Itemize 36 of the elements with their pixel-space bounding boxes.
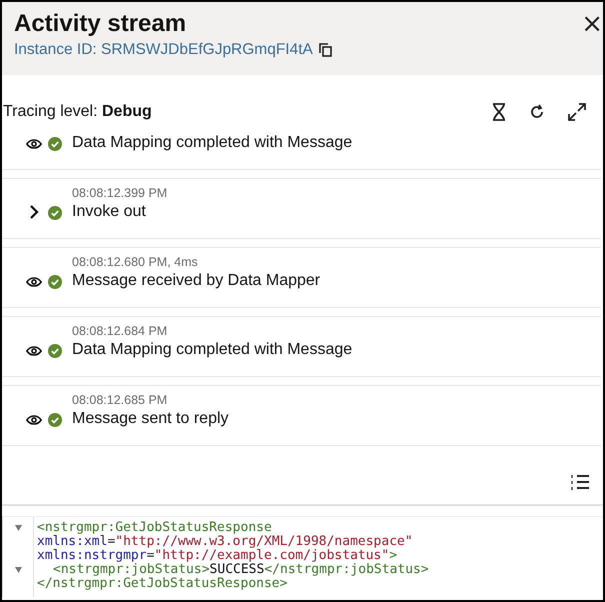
- hourglass-icon[interactable]: [491, 103, 507, 121]
- panel-title: Activity stream: [14, 10, 188, 38]
- code-line: <nstrgmpr:GetJobStatusResponse: [37, 521, 273, 535]
- instance-id: Instance ID: SRMSWJDbEfGJpRGmqFI4tA: [14, 41, 313, 59]
- close-button[interactable]: ×: [581, 12, 603, 36]
- activity-message: Message received by Data Mapper: [72, 271, 320, 291]
- eye-icon[interactable]: [26, 345, 42, 357]
- code-line: </nstrgmpr:GetJobStatusResponse>: [37, 577, 288, 591]
- timestamp: 08:08:12.399 PM: [72, 185, 168, 201]
- tracing-level-label: Tracing level:: [3, 103, 99, 121]
- check-circle-icon: [48, 137, 62, 151]
- copy-icon[interactable]: [318, 43, 332, 57]
- activity-message: Message sent to reply: [72, 409, 229, 429]
- timestamp: 08:08:12.684 PM: [72, 323, 168, 339]
- activity-message: Invoke out: [72, 202, 147, 222]
- fold-icon[interactable]: [14, 567, 22, 573]
- eye-icon[interactable]: [26, 414, 42, 426]
- code-line: xmlns:nstrgmpr="http://example.com/jobstatus">: [37, 549, 398, 563]
- fold-icon[interactable]: [14, 525, 22, 531]
- timestamp: 08:08:12.680 PM, 4ms: [72, 254, 199, 270]
- refresh-icon[interactable]: [528, 103, 546, 121]
- activity-message: Data Mapping completed with Message: [72, 340, 352, 360]
- code-line: <nstrgmpr:jobStatus>SUCCESS</nstrgmpr:jobStatus>: [52, 563, 429, 577]
- eye-icon[interactable]: [26, 276, 42, 288]
- check-circle-icon: [48, 206, 62, 220]
- check-circle-icon: [48, 344, 62, 358]
- chevron-right-icon[interactable]: [29, 205, 39, 219]
- code-line: xmlns:xml="http://www.w3.org/XML/1998/namespace": [37, 535, 414, 549]
- check-circle-icon: [48, 275, 62, 289]
- numbered-list-icon[interactable]: [571, 474, 589, 490]
- expand-icon[interactable]: [567, 102, 587, 122]
- timestamp: 08:08:12.685 PM: [72, 392, 168, 408]
- eye-icon[interactable]: [26, 138, 42, 150]
- tracing-level-value: Debug: [102, 103, 153, 121]
- check-circle-icon: [48, 413, 62, 427]
- activity-message: Data Mapping completed with Message: [72, 133, 352, 153]
